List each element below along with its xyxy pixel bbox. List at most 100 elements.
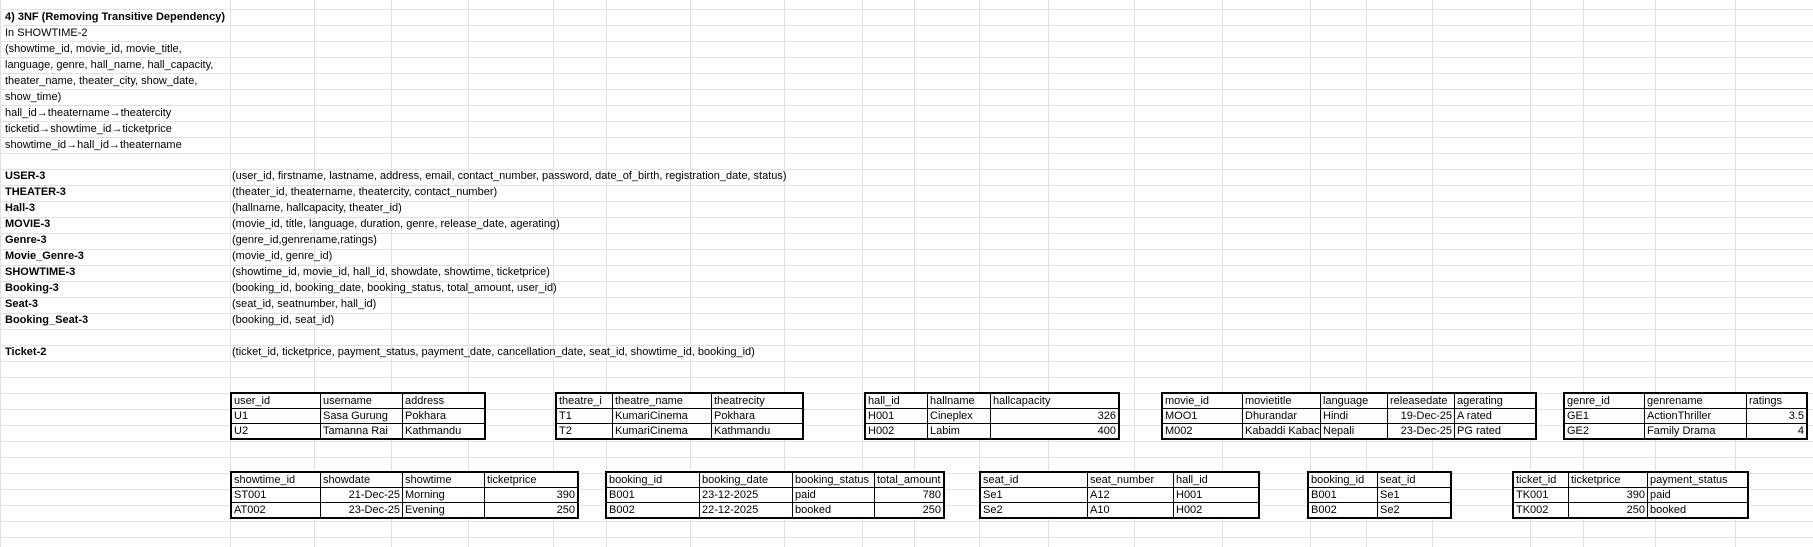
- table-header-cell[interactable]: address: [402, 392, 486, 409]
- table-cell[interactable]: TK001: [1512, 487, 1569, 503]
- table-cell[interactable]: booked: [792, 502, 875, 519]
- table-cell[interactable]: KumariCinema: [612, 423, 712, 440]
- table-cell[interactable]: GE2: [1563, 423, 1645, 440]
- table-cell[interactable]: KumariCinema: [612, 408, 712, 424]
- table-cell[interactable]: PG rated: [1454, 423, 1537, 440]
- table-header-cell[interactable]: theatrecity: [711, 392, 804, 409]
- relation-name[interactable]: MOVIE-3: [5, 217, 50, 232]
- table-cell[interactable]: B002: [1307, 502, 1378, 519]
- table-cell[interactable]: A rated: [1454, 408, 1537, 424]
- table-cell[interactable]: 250: [484, 502, 579, 519]
- table-cell[interactable]: MOO1: [1161, 408, 1243, 424]
- table-cell[interactable]: Dhurandar: [1242, 408, 1321, 424]
- table-cell[interactable]: 400: [990, 423, 1120, 440]
- table-header-cell[interactable]: agerating: [1454, 392, 1537, 409]
- table-cell[interactable]: 4: [1746, 423, 1808, 440]
- table-cell[interactable]: ActionThriller: [1644, 408, 1747, 424]
- relation-name[interactable]: Booking-3: [5, 281, 59, 296]
- relation-name[interactable]: Seat-3: [5, 297, 38, 312]
- intro-attr-line[interactable]: theater_name, theater_city, show_date,: [5, 74, 197, 89]
- relation-attrs[interactable]: (theater_id, theatername, theatercity, c…: [232, 185, 497, 200]
- table-header-cell[interactable]: releasedate: [1387, 392, 1455, 409]
- relation-attrs[interactable]: (booking_id, booking_date, booking_statu…: [232, 281, 557, 296]
- table-cell[interactable]: 250: [1568, 502, 1648, 519]
- table-cell[interactable]: Family Drama: [1644, 423, 1747, 440]
- table-cell[interactable]: Pokhara: [402, 408, 486, 424]
- relation-name[interactable]: USER-3: [5, 169, 45, 184]
- relation-attrs[interactable]: (movie_id, title, language, duration, ge…: [232, 217, 560, 232]
- relation-name[interactable]: Movie_Genre-3: [5, 249, 84, 264]
- relation-attrs[interactable]: (hallname, hallcapacity, theater_id): [232, 201, 402, 216]
- table-cell[interactable]: Labim: [927, 423, 991, 440]
- table-header-cell[interactable]: booking_id: [1307, 471, 1378, 488]
- relation-name[interactable]: Hall-3: [5, 201, 35, 216]
- intro-line[interactable]: In SHOWTIME-2: [5, 26, 88, 41]
- table-header-cell[interactable]: language: [1320, 392, 1388, 409]
- dependency-line[interactable]: hall_id→theatername→theatercity: [5, 106, 171, 121]
- table-cell[interactable]: Se2: [979, 502, 1088, 519]
- table-cell[interactable]: H001: [864, 408, 928, 424]
- intro-attr-line[interactable]: show_time): [5, 90, 61, 105]
- table-cell[interactable]: H002: [1173, 502, 1260, 519]
- relation-attrs[interactable]: (genre_id,genrename,ratings): [232, 233, 377, 248]
- table-header-cell[interactable]: ticketprice: [1568, 471, 1648, 488]
- table-cell[interactable]: 23-Dec-25: [320, 502, 403, 519]
- table-cell[interactable]: GE1: [1563, 408, 1645, 424]
- table-cell[interactable]: H001: [1173, 487, 1260, 503]
- table-cell[interactable]: TK002: [1512, 502, 1569, 519]
- relation-name[interactable]: Genre-3: [5, 233, 47, 248]
- table-cell[interactable]: paid: [1647, 487, 1749, 503]
- section-title[interactable]: 4) 3NF (Removing Transitive Dependency): [5, 10, 225, 25]
- table-header-cell[interactable]: ticket_id: [1512, 471, 1569, 488]
- table-cell[interactable]: ST001: [230, 487, 321, 503]
- table-cell[interactable]: T2: [555, 423, 613, 440]
- table-header-cell[interactable]: seat_number: [1087, 471, 1174, 488]
- table-header-cell[interactable]: movie_id: [1161, 392, 1243, 409]
- relation-attrs[interactable]: (booking_id, seat_id): [232, 313, 334, 328]
- table-cell[interactable]: 19-Dec-25: [1387, 408, 1455, 424]
- table-cell[interactable]: Se2: [1377, 502, 1452, 519]
- table-cell[interactable]: T1: [555, 408, 613, 424]
- ticket-relation-attrs[interactable]: (ticket_id, ticketprice, payment_status,…: [232, 345, 755, 360]
- table-header-cell[interactable]: total_amount: [874, 471, 945, 488]
- table-header-cell[interactable]: theatre_name: [612, 392, 712, 409]
- table-header-cell[interactable]: seat_id: [1377, 471, 1452, 488]
- table-header-cell[interactable]: booking_date: [699, 471, 793, 488]
- table-cell[interactable]: B001: [1307, 487, 1378, 503]
- table-header-cell[interactable]: movietitle: [1242, 392, 1321, 409]
- table-cell[interactable]: 326: [990, 408, 1120, 424]
- table-cell[interactable]: 390: [484, 487, 579, 503]
- table-header-cell[interactable]: user_id: [230, 392, 321, 409]
- intro-attr-line[interactable]: (showtime_id, movie_id, movie_title,: [5, 42, 182, 57]
- table-cell[interactable]: Tamanna Rai: [320, 423, 403, 440]
- table-cell[interactable]: B002: [605, 502, 700, 519]
- table-header-cell[interactable]: showdate: [320, 471, 403, 488]
- relation-attrs[interactable]: (user_id, firstname, lastname, address, …: [232, 169, 787, 184]
- table-cell[interactable]: 780: [874, 487, 945, 503]
- table-header-cell[interactable]: showtime: [402, 471, 485, 488]
- dependency-line[interactable]: ticketid→showtime_id→ticketprice: [5, 122, 172, 137]
- table-header-cell[interactable]: payment_status: [1647, 471, 1749, 488]
- table-header-cell[interactable]: hall_id: [1173, 471, 1260, 488]
- table-cell[interactable]: H002: [864, 423, 928, 440]
- table-cell[interactable]: Kathmandu: [711, 423, 804, 440]
- table-header-cell[interactable]: hall_id: [864, 392, 928, 409]
- intro-attr-line[interactable]: language, genre, hall_name, hall_capacit…: [5, 58, 213, 73]
- table-cell[interactable]: Se1: [979, 487, 1088, 503]
- table-header-cell[interactable]: hallname: [927, 392, 991, 409]
- relation-attrs[interactable]: (movie_id, genre_id): [232, 249, 332, 264]
- table-header-cell[interactable]: showtime_id: [230, 471, 321, 488]
- table-cell[interactable]: B001: [605, 487, 700, 503]
- table-cell[interactable]: 23-12-2025: [699, 487, 793, 503]
- table-cell[interactable]: Cineplex: [927, 408, 991, 424]
- table-header-cell[interactable]: username: [320, 392, 403, 409]
- table-cell[interactable]: Kathmandu: [402, 423, 486, 440]
- table-cell[interactable]: 23-Dec-25: [1387, 423, 1455, 440]
- table-cell[interactable]: AT002: [230, 502, 321, 519]
- table-cell[interactable]: Pokhara: [711, 408, 804, 424]
- table-cell[interactable]: A10: [1087, 502, 1174, 519]
- table-header-cell[interactable]: ratings: [1746, 392, 1808, 409]
- relation-attrs[interactable]: (seat_id, seatnumber, hall_id): [232, 297, 376, 312]
- ticket-relation-name[interactable]: Ticket-2: [5, 345, 46, 360]
- relation-attrs[interactable]: (showtime_id, movie_id, hall_id, showdat…: [232, 265, 550, 280]
